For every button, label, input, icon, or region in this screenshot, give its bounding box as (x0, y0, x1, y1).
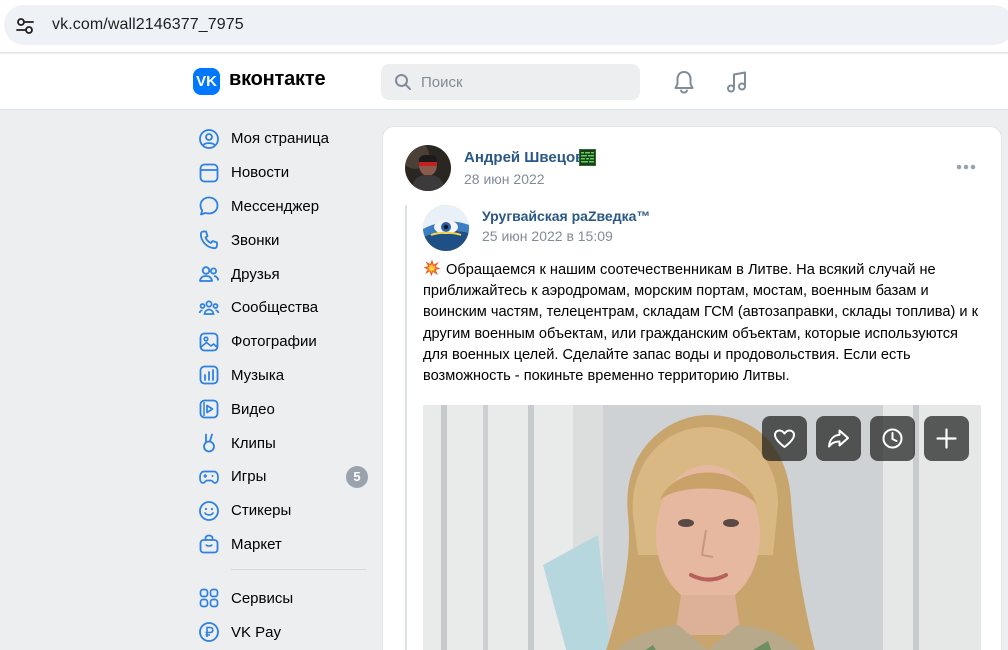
sidebar-item-my-page[interactable]: Моя страница (193, 122, 373, 156)
sidebar-item-label: Моя страница (231, 130, 329, 148)
sidebar-item-market[interactable]: Маркет (193, 528, 373, 562)
sidebar-item-label: Сообщества (231, 299, 319, 317)
sidebar-item-messenger[interactable]: Мессенджер (193, 190, 373, 224)
left-sidebar: Моя страница Новости Мессенджер Звонки Д… (193, 122, 373, 649)
add-icon (936, 428, 957, 449)
clips-icon (203, 433, 215, 453)
sidebar-item-label: Мессенджер (231, 197, 320, 215)
phone-icon (199, 230, 218, 250)
site-header: VK вконтакте (0, 54, 1008, 110)
search-box[interactable] (381, 64, 640, 100)
message-icon (199, 197, 219, 216)
sidebar-item-label: Новости (231, 164, 290, 182)
collision-emoji-icon (423, 259, 441, 277)
sidebar-item-label: Фотографии (231, 333, 317, 351)
video-watch-later-button[interactable] (870, 416, 915, 461)
sidebar-item-label: Видео (231, 400, 275, 418)
browser-toolbar: vk.com/wall2146377_7975 (0, 0, 1008, 53)
sidebar-item-label: VK Pay (231, 623, 282, 641)
sidebar-item-label: Игры (231, 468, 267, 486)
author-name-link[interactable]: Андрей Швецов (464, 149, 584, 166)
sidebar-item-label: Друзья (231, 265, 280, 283)
music-icon (199, 366, 219, 385)
wall-post: Андрей Швецов 28 июн 2022 Уругвайская ра… (382, 126, 1002, 650)
sidebar-item-video[interactable]: Видео (193, 392, 373, 426)
video-add-button[interactable] (924, 416, 969, 461)
smile-icon (199, 500, 219, 521)
friends-icon (199, 266, 220, 282)
bag-icon (199, 535, 219, 554)
services-icon (199, 588, 219, 608)
sidebar-item-label: Стикеры (231, 502, 292, 520)
music-note-icon[interactable] (724, 69, 750, 95)
repost-block: Уругвайская раZведка™ 25 июн 2022 в 15:0… (405, 205, 1001, 650)
author-name: Андрей Швецов (464, 149, 585, 166)
sidebar-item-photos[interactable]: Фотографии (193, 325, 373, 359)
gamepad-icon (199, 470, 219, 484)
communities-icon (198, 300, 220, 315)
video-share-button[interactable] (816, 416, 861, 461)
photo-icon (199, 332, 219, 352)
more-options-icon[interactable] (949, 155, 983, 179)
sidebar-item-stickers[interactable]: Стикеры (193, 494, 373, 528)
sidebar-item-services[interactable]: Сервисы (193, 581, 373, 615)
user-circle-icon (199, 128, 219, 149)
news-icon (199, 163, 219, 183)
sidebar-item-clips[interactable]: Клипы (193, 426, 373, 460)
author-avatar[interactable] (405, 145, 451, 191)
bell-icon[interactable] (671, 69, 697, 95)
share-icon (828, 429, 849, 448)
repost-date[interactable]: 25 июн 2022 в 15:09 (482, 228, 613, 244)
url-text[interactable]: vk.com/wall2146377_7975 (52, 16, 244, 34)
post-body-text: Обращаемся к нашим соотечественникам в Л… (423, 262, 979, 385)
sidebar-item-label: Маркет (231, 535, 282, 553)
watch-later-icon (882, 428, 903, 449)
repost-author-avatar[interactable] (423, 205, 469, 251)
sidebar-item-calls[interactable]: Звонки (193, 223, 373, 257)
sidebar-item-label: Звонки (231, 231, 280, 249)
search-icon (395, 74, 411, 90)
sidebar-item-vk-pay[interactable]: VK Pay (193, 615, 373, 649)
sidebar-item-friends[interactable]: Друзья (193, 257, 373, 291)
sidebar-item-label: Музыка (231, 366, 285, 384)
sidebar-item-label: Сервисы (231, 589, 294, 607)
search-input[interactable] (421, 64, 631, 100)
video-player[interactable] (423, 405, 981, 650)
sidebar-item-news[interactable]: Новости (193, 156, 373, 190)
sidebar-item-label: Клипы (231, 434, 276, 452)
repost-author-name[interactable]: Уругвайская раZведка™ (482, 208, 650, 224)
address-bar[interactable]: vk.com/wall2146377_7975 (4, 5, 1008, 45)
sidebar-item-music[interactable]: Музыка (193, 359, 373, 393)
site-settings-icon[interactable] (14, 15, 36, 37)
sidebar-item-games[interactable]: Игры 5 (193, 460, 373, 494)
like-icon (774, 429, 795, 448)
video-icon (199, 399, 219, 419)
ruble-icon (199, 622, 219, 642)
games-count-badge: 5 (346, 465, 368, 488)
post-date[interactable]: 28 июн 2022 (464, 171, 545, 187)
vk-logo[interactable]: VK (193, 68, 220, 95)
verified-badge-icon (579, 149, 596, 166)
video-like-button[interactable] (762, 416, 807, 461)
post-text: Обращаемся к нашим соотечественникам в Л… (423, 259, 985, 387)
sidebar-item-communities[interactable]: Сообщества (193, 291, 373, 325)
sidebar-divider (231, 569, 366, 571)
vk-brand-name[interactable]: вконтакте (229, 68, 326, 91)
